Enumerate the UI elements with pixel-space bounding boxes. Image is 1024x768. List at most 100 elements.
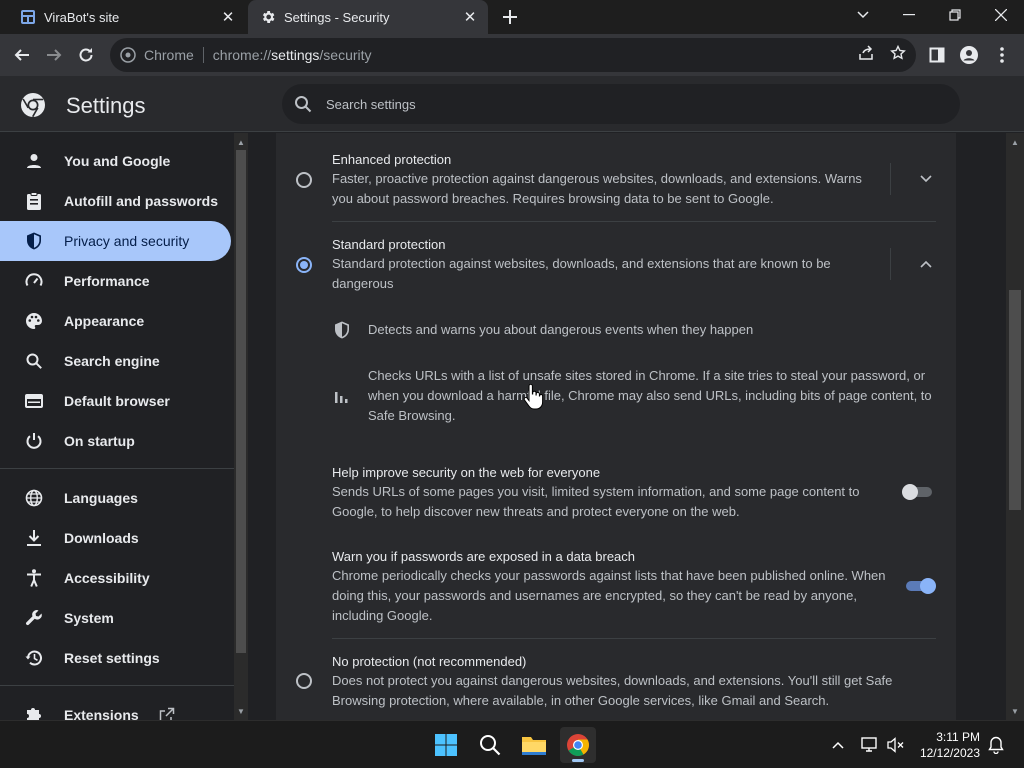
- close-tab-icon[interactable]: ✕: [460, 7, 480, 27]
- side-panel-button[interactable]: [923, 41, 951, 69]
- folder-icon: [522, 737, 546, 755]
- scroll-up-arrow-icon[interactable]: ▲: [1008, 135, 1022, 149]
- download-icon: [24, 528, 44, 548]
- sidebar-nav: You and Google Autofill and passwords Pr…: [0, 133, 234, 720]
- sidebar-item-extensions[interactable]: Extensions: [0, 695, 231, 720]
- file-explorer-button[interactable]: [516, 727, 552, 763]
- address-bar[interactable]: Chrome chrome://settings/security: [110, 38, 916, 72]
- settings-search[interactable]: [282, 84, 960, 124]
- search-input[interactable]: [326, 96, 886, 112]
- sidebar-item-label: System: [64, 610, 114, 626]
- open-in-new-icon: [159, 707, 175, 720]
- profile-button[interactable]: [955, 41, 983, 69]
- no-protection-title: No protection (not recommended): [332, 654, 527, 669]
- notifications-button[interactable]: [986, 735, 1006, 755]
- sidebar-item-label: You and Google: [64, 153, 171, 169]
- volume-muted-icon: [887, 737, 904, 753]
- bar-chart-icon: [334, 388, 350, 409]
- url-scheme: chrome://: [212, 47, 272, 63]
- avatar-icon: [960, 46, 978, 64]
- sidebar-item-downloads[interactable]: Downloads: [0, 518, 231, 558]
- expand-enhanced-button[interactable]: [916, 169, 936, 189]
- back-button[interactable]: [8, 41, 36, 69]
- sidebar-item-on-startup[interactable]: On startup: [0, 421, 231, 461]
- close-tab-icon[interactable]: ✕: [218, 7, 238, 27]
- standard-detail-checks-urls: Checks URLs with a list of unsafe sites …: [368, 368, 932, 423]
- tab-search-button[interactable]: [840, 0, 886, 30]
- sidebar-divider: [0, 685, 234, 686]
- sidebar-item-label: Reset settings: [64, 650, 160, 666]
- taskbar-search-button[interactable]: [472, 727, 508, 763]
- tab-settings-security[interactable]: Settings - Security ✕: [248, 0, 488, 34]
- enhanced-protection-title: Enhanced protection: [332, 152, 452, 167]
- sidebar-item-languages[interactable]: Languages: [0, 478, 231, 518]
- search-icon: [295, 96, 312, 113]
- chevron-down-icon: [920, 175, 932, 183]
- toggle-knob: [920, 578, 936, 594]
- speedometer-icon: [24, 271, 44, 291]
- sidebar-item-privacy-security[interactable]: Privacy and security: [0, 221, 231, 261]
- restore-button[interactable]: [932, 0, 978, 30]
- forward-button[interactable]: [40, 41, 68, 69]
- network-status[interactable]: [860, 735, 880, 755]
- share-button[interactable]: [854, 41, 878, 65]
- sidebar-item-label: Extensions: [64, 707, 139, 720]
- clock-time: 3:11 PM: [936, 730, 980, 744]
- puzzle-icon: [24, 705, 44, 720]
- warn-passwords-toggle[interactable]: [904, 578, 936, 594]
- chrome-taskbar-button[interactable]: [560, 727, 596, 763]
- new-tab-button[interactable]: [498, 5, 522, 29]
- close-icon: [995, 9, 1007, 21]
- bookmark-button[interactable]: [886, 41, 910, 65]
- system-clock[interactable]: 3:11 PM 12/12/2023: [920, 729, 980, 761]
- vertical-divider: [890, 248, 891, 280]
- start-button[interactable]: [428, 727, 464, 763]
- warn-passwords-desc: Chrome periodically checks your password…: [332, 568, 886, 623]
- main-scrollbar-thumb[interactable]: [1009, 290, 1021, 510]
- url-host: settings: [271, 47, 320, 63]
- no-protection-radio[interactable]: [296, 673, 312, 689]
- sidebar-item-label: Accessibility: [64, 570, 150, 586]
- scroll-down-arrow-icon[interactable]: ▼: [1008, 704, 1022, 718]
- reload-button[interactable]: [72, 41, 100, 69]
- more-vert-icon: [1000, 47, 1004, 63]
- restore-icon: [949, 9, 961, 21]
- minimize-button[interactable]: [886, 0, 932, 30]
- power-icon: [24, 431, 44, 451]
- sidebar-item-search-engine[interactable]: Search engine: [0, 341, 231, 381]
- volume-status[interactable]: [886, 735, 906, 755]
- scroll-up-arrow-icon[interactable]: ▲: [234, 135, 248, 149]
- menu-button[interactable]: [988, 41, 1016, 69]
- enhanced-protection-radio[interactable]: [296, 172, 312, 188]
- sidebar-item-reset-settings[interactable]: Reset settings: [0, 638, 231, 678]
- shield-icon: [334, 321, 350, 344]
- chrome-logo-icon: [567, 734, 589, 756]
- side-panel-icon: [929, 47, 945, 63]
- help-improve-toggle[interactable]: [902, 484, 934, 500]
- collapse-standard-button[interactable]: [916, 254, 936, 274]
- sidebar-item-label: Performance: [64, 273, 150, 289]
- close-window-button[interactable]: [978, 0, 1024, 30]
- standard-protection-radio[interactable]: [296, 257, 312, 273]
- sidebar-scrollbar-thumb[interactable]: [236, 150, 246, 653]
- windows-logo-icon: [435, 734, 457, 756]
- sidebar-item-you-and-google[interactable]: You and Google: [0, 141, 231, 181]
- sidebar-item-system[interactable]: System: [0, 598, 231, 638]
- sidebar-item-autofill[interactable]: Autofill and passwords: [0, 181, 231, 221]
- sidebar-item-label: Search engine: [64, 353, 160, 369]
- sidebar-item-label: Languages: [64, 490, 138, 506]
- tray-overflow-button[interactable]: [828, 735, 848, 755]
- standard-protection-desc: Standard protection against websites, do…: [332, 256, 831, 291]
- person-icon: [24, 151, 44, 171]
- scroll-down-arrow-icon[interactable]: ▼: [234, 704, 248, 718]
- row-divider: [332, 638, 936, 639]
- tab-virabot[interactable]: ViraBot's site ✕: [8, 0, 246, 34]
- history-icon: [24, 648, 44, 668]
- search-icon: [24, 351, 44, 371]
- help-improve-title: Help improve security on the web for eve…: [332, 465, 601, 480]
- sidebar-item-performance[interactable]: Performance: [0, 261, 231, 301]
- sidebar-item-default-browser[interactable]: Default browser: [0, 381, 231, 421]
- sidebar-item-accessibility[interactable]: Accessibility: [0, 558, 231, 598]
- help-improve-desc: Sends URLs of some pages you visit, limi…: [332, 484, 860, 519]
- sidebar-item-appearance[interactable]: Appearance: [0, 301, 231, 341]
